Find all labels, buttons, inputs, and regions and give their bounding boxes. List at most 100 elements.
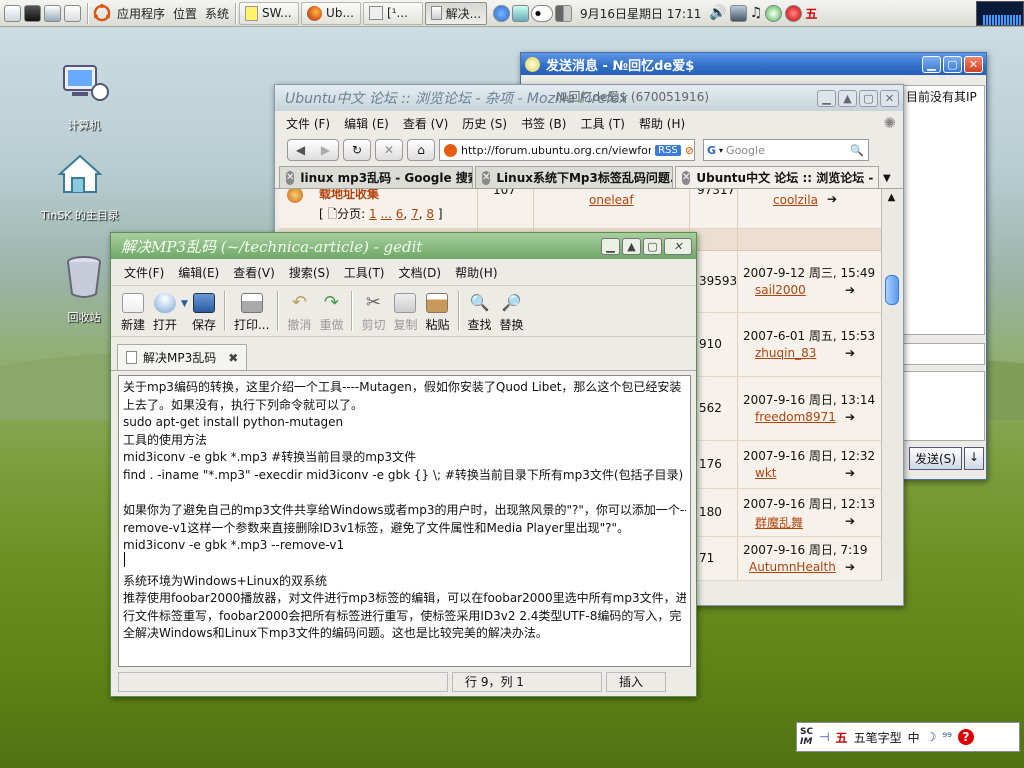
- url-bar[interactable]: http://forum.ubuntu.org.cn/viewfor RSS ⊘: [439, 139, 695, 161]
- workspace-switcher-icon[interactable]: [555, 4, 573, 22]
- taskbar-item-sw[interactable]: SW...: [239, 1, 300, 25]
- menu-view[interactable]: 查看(V): [226, 264, 282, 281]
- replace-button[interactable]: 🔎 替换: [496, 289, 528, 333]
- music-icon[interactable]: ♫: [750, 5, 763, 21]
- tab-document[interactable]: 解决MP3乱码 ✖: [117, 344, 248, 370]
- tab-list-button[interactable]: ▼: [881, 173, 893, 188]
- save-button[interactable]: 保存: [188, 289, 220, 333]
- maximize-button[interactable]: ▢: [943, 55, 962, 73]
- last-poster[interactable]: wkt: [755, 466, 776, 480]
- reload-button[interactable]: ↻: [343, 139, 371, 161]
- chat-titlebar[interactable]: 发送消息 - №回忆de爱$ ▁ ▢ ✕: [521, 53, 986, 75]
- punctuation-icon[interactable]: ⁹⁹: [942, 730, 952, 744]
- search-bar[interactable]: G ▾ Google 🔍: [703, 139, 869, 161]
- stop-button[interactable]: ✕: [375, 139, 403, 161]
- page-link-ellipsis[interactable]: ...: [380, 207, 391, 221]
- menu-documents[interactable]: 文档(D): [392, 264, 449, 281]
- restore-button[interactable]: ▢: [859, 89, 878, 107]
- text-editor[interactable]: 关于mp3编码的转换，这里介绍一个工具----Mutagen，假如你安装了Quo…: [118, 375, 691, 667]
- menu-system[interactable]: 系统: [201, 2, 233, 25]
- eyes-icon[interactable]: [531, 4, 554, 22]
- paste-button[interactable]: 粘贴: [421, 289, 453, 333]
- taskbar-item-chat[interactable]: [¹...: [363, 1, 424, 25]
- monitor-icon[interactable]: [512, 4, 530, 22]
- close-button[interactable]: ✕: [664, 237, 692, 255]
- close-button[interactable]: ✕: [964, 55, 983, 73]
- goto-last-post-icon[interactable]: ➔: [845, 560, 855, 574]
- taskbar-item-firefox[interactable]: Ub...: [301, 1, 362, 25]
- last-poster[interactable]: coolzila: [773, 193, 818, 207]
- goto-last-post-icon[interactable]: ➔: [845, 514, 855, 528]
- file-browser-icon[interactable]: [64, 4, 81, 22]
- clock[interactable]: 9月16日星期日 17:11: [576, 2, 705, 25]
- menu-applications[interactable]: 应用程序: [113, 2, 169, 25]
- chat-input-box[interactable]: [903, 343, 985, 365]
- ubuntu-logo-icon[interactable]: [91, 2, 113, 25]
- page-link-8[interactable]: 8: [426, 207, 434, 221]
- scroll-up-arrow-icon[interactable]: ▲: [882, 189, 901, 207]
- ime-help-icon[interactable]: ?: [957, 729, 974, 745]
- minimize-button[interactable]: ▁: [817, 89, 836, 107]
- tab-mp3-tags[interactable]: ✕ Linux系统下Mp3标签乱码问题...: [475, 166, 673, 188]
- taskbar-item-gedit[interactable]: 解决...: [425, 1, 488, 25]
- terminal-icon[interactable]: [24, 4, 41, 22]
- goto-last-post-icon[interactable]: ➔: [845, 346, 855, 360]
- rss-icon[interactable]: RSS: [655, 144, 681, 156]
- close-button[interactable]: ✕: [880, 89, 899, 107]
- pin-icon[interactable]: ⊣: [819, 730, 829, 744]
- update-icon[interactable]: [765, 4, 783, 22]
- tab-close-icon[interactable]: ✕: [682, 170, 691, 185]
- goto-last-post-icon[interactable]: ➔: [845, 410, 855, 424]
- shade-button[interactable]: ▲: [622, 237, 641, 255]
- ime-language[interactable]: 中: [908, 729, 920, 746]
- send-button[interactable]: 发送(S): [909, 447, 962, 470]
- scrollbar-thumb[interactable]: [885, 275, 899, 305]
- maximize-button[interactable]: ▢: [643, 237, 662, 255]
- sync-icon[interactable]: [493, 4, 511, 22]
- menu-places[interactable]: 位置: [169, 2, 201, 25]
- menu-edit[interactable]: 编辑(E): [171, 264, 226, 281]
- show-desktop-icon[interactable]: [4, 4, 21, 22]
- redo-button[interactable]: ↷ 重做: [315, 289, 347, 333]
- copy-button[interactable]: 复制: [389, 289, 421, 333]
- menu-tools[interactable]: 工具(T): [337, 264, 392, 281]
- half-width-icon[interactable]: ☽: [926, 730, 937, 744]
- send-options-button[interactable]: ↓: [963, 447, 985, 470]
- menu-history[interactable]: 历史 (S): [455, 115, 514, 132]
- maximize-button[interactable]: ▲: [838, 89, 857, 107]
- desktop-icon-home[interactable]: TinSK 的主目录: [40, 148, 120, 223]
- google-engine-icon[interactable]: G: [707, 144, 716, 157]
- open-recent-arrow-icon[interactable]: ▼: [181, 299, 188, 323]
- search-icon[interactable]: 🔍: [850, 144, 868, 157]
- vertical-scrollbar[interactable]: ▲: [881, 189, 901, 581]
- goto-last-post-icon[interactable]: ➔: [827, 192, 837, 206]
- menu-edit[interactable]: 编辑 (E): [337, 115, 396, 132]
- ime-logo-icon[interactable]: SC IM: [800, 727, 813, 747]
- topic-author[interactable]: oneleaf: [589, 193, 634, 207]
- gem-icon[interactable]: [785, 4, 803, 22]
- back-forward-button[interactable]: ◀ ▶: [287, 139, 339, 161]
- tab-close-icon[interactable]: ✕: [286, 170, 295, 185]
- menu-search[interactable]: 搜索(S): [282, 264, 337, 281]
- print-button[interactable]: 打印...: [230, 289, 273, 333]
- firefox-titlebar[interactable]: Ubuntu中文 论坛 :: 浏览论坛 - 杂项 - Mozilla Firef…: [275, 85, 903, 111]
- home-button[interactable]: ⌂: [407, 139, 435, 161]
- cpu-monitor[interactable]: [976, 0, 1024, 26]
- ime-mode-icon[interactable]: 五: [836, 729, 848, 746]
- network-icon[interactable]: [729, 4, 747, 22]
- find-button[interactable]: 🔍 查找: [464, 289, 496, 333]
- page-link-1[interactable]: 1: [369, 207, 377, 221]
- tab-close-icon[interactable]: ✕: [482, 170, 491, 185]
- go-icon[interactable]: ⊘: [685, 144, 694, 157]
- last-poster[interactable]: zhuqin_83: [755, 346, 816, 360]
- topic-title[interactable]: 载地址收集: [319, 189, 379, 202]
- new-button[interactable]: 新建: [117, 289, 149, 333]
- desktop-icon-computer[interactable]: 计算机: [44, 58, 124, 133]
- menu-help[interactable]: 帮助 (H): [632, 115, 692, 132]
- menu-file[interactable]: 文件 (F): [279, 115, 337, 132]
- undo-button[interactable]: ↶ 撤消: [283, 289, 315, 333]
- tab-ubuntu-forum[interactable]: ✕ Ubuntu中文 论坛 :: 浏览论坛 - ...: [675, 166, 879, 188]
- gedit-titlebar[interactable]: 解决MP3乱码 (~/technica-article) - gedit ▁ ▲…: [111, 233, 696, 259]
- page-link-7[interactable]: 7: [411, 207, 419, 221]
- ime-mode-label[interactable]: 五笔字型: [854, 729, 902, 746]
